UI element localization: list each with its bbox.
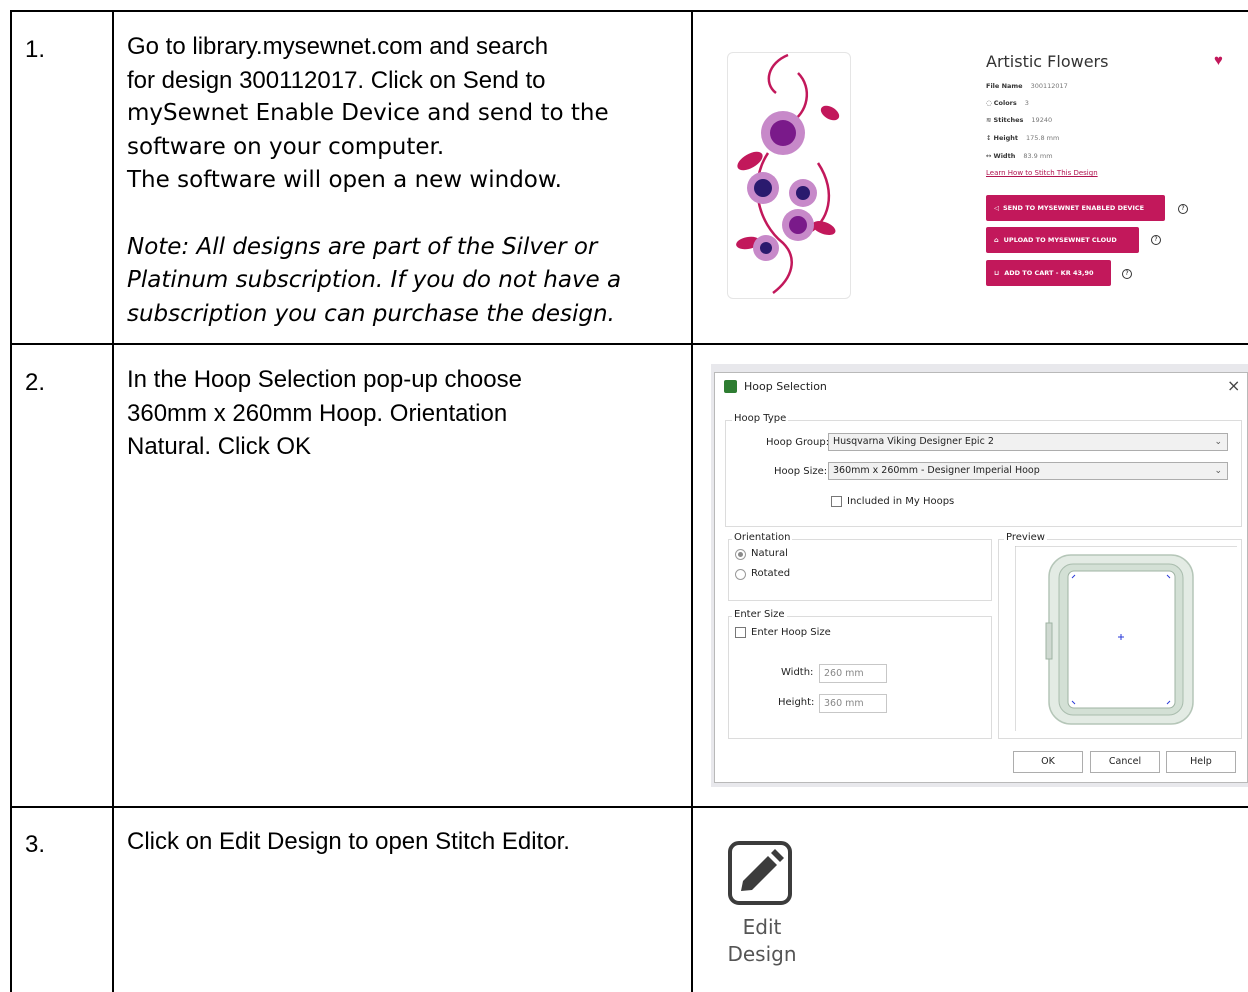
help-button[interactable]: Help: [1166, 751, 1236, 773]
design-title: Artistic Flowers: [986, 52, 1109, 71]
instruction-line: for design 300112017. Click on Send to: [127, 66, 546, 94]
hoop-selection-dialog: Hoop Selection × Hoop Type Hoop Group: H…: [714, 372, 1248, 783]
hoop-group-label: Hoop Group:: [766, 437, 830, 448]
instruction-line: In the Hoop Selection pop-up choose: [127, 366, 522, 393]
hoop-type-label: Hoop Type: [732, 413, 789, 424]
meta-label: Height: [993, 134, 1018, 142]
included-in-my-hoops-label: Included in My Hoops: [847, 496, 955, 507]
step-instructions: Go to library.mysewnet.com and search fo…: [127, 30, 621, 331]
edit-design-label-line: Edit: [742, 915, 782, 939]
instruction-line: The software will open a new window.: [127, 167, 562, 193]
cancel-button[interactable]: Cancel: [1090, 751, 1160, 773]
width-arrow-icon: ↔: [986, 152, 992, 160]
step-number: 1.: [25, 36, 46, 63]
button-label: ADD TO CART - KR 43,90: [1004, 269, 1094, 277]
help-icon[interactable]: ?: [1178, 204, 1188, 214]
instruction-line: software on your computer.: [127, 133, 445, 160]
rotated-label: Rotated: [751, 568, 791, 579]
meta-value: 175.8 mm: [1026, 134, 1060, 142]
instruction-line: 360mm x 260mm Hoop. Orientation: [127, 399, 508, 427]
select-value: 360mm x 260mm - Designer Imperial Hoop: [833, 465, 1040, 476]
add-to-cart-button[interactable]: ⊔ ADD TO CART - KR 43,90: [986, 260, 1111, 286]
button-label: UPLOAD TO MYSEWNET CLOUD: [1003, 236, 1117, 244]
meta-width: ↔ Width 83.9 mm: [986, 152, 1053, 160]
note-line: Platinum subscription. If you do not hav…: [127, 267, 622, 293]
step-instructions: Click on Edit Design to open Stitch Edit…: [127, 825, 570, 859]
meta-height: ↕ Height 175.8 mm: [986, 134, 1059, 142]
meta-value: 19240: [1031, 116, 1053, 124]
select-value: Husqvarna Viking Designer Epic 2: [833, 436, 994, 447]
ok-button[interactable]: OK: [1013, 751, 1083, 773]
chevron-down-icon: ⌄: [1214, 466, 1222, 476]
button-label: SEND TO MYSEWNET ENABLED DEVICE: [1003, 204, 1145, 212]
instruction-line: mySewnet Enable Device and send to the: [127, 100, 609, 126]
close-icon[interactable]: ×: [1227, 376, 1240, 395]
included-in-my-hoops-checkbox[interactable]: [831, 496, 842, 507]
table-row-divider-2: [10, 806, 1248, 808]
hoop-selection-screenshot: Hoop Selection × Hoop Type Hoop Group: H…: [711, 364, 1248, 787]
table-col-divider-2: [691, 10, 693, 992]
meta-value: 3: [1024, 99, 1029, 107]
height-arrow-icon: ↕: [986, 134, 992, 142]
meta-file-name: File Name 300112017: [986, 82, 1068, 90]
instruction-line: Natural. Click OK: [127, 433, 312, 460]
hoop-preview-image: [1015, 546, 1237, 731]
send-icon: ◁: [994, 204, 999, 212]
orientation-label: Orientation: [732, 532, 793, 543]
meta-colors: ◌ Colors 3: [986, 99, 1029, 107]
palette-icon: ◌: [986, 99, 992, 107]
step-number: 3.: [25, 831, 46, 858]
table-row-divider-1: [10, 343, 1248, 345]
upload-to-cloud-button[interactable]: ⌂ UPLOAD TO MYSEWNET CLOUD: [986, 227, 1139, 253]
step-instructions: In the Hoop Selection pop-up choose 360m…: [127, 363, 522, 464]
width-input[interactable]: 260 mm: [819, 664, 887, 683]
meta-value: 83.9 mm: [1023, 152, 1053, 160]
cloud-upload-icon: ⌂: [994, 236, 999, 244]
table-border-left: [10, 10, 12, 992]
table-border-top: [10, 10, 1248, 12]
send-to-device-button[interactable]: ◁ SEND TO MYSEWNET ENABLED DEVICE: [986, 195, 1165, 221]
step-number: 2.: [25, 369, 46, 396]
enter-hoop-size-label: Enter Hoop Size: [751, 627, 831, 638]
instruction-line: Go to library.mysewnet.com and search: [127, 33, 549, 60]
design-thumbnail[interactable]: [727, 52, 851, 299]
dialog-app-icon: [724, 380, 737, 393]
pencil-edit-icon[interactable]: [727, 840, 793, 906]
edit-design-label-line: Design: [727, 942, 797, 966]
hoop-size-select[interactable]: 360mm x 260mm - Designer Imperial Hoop ⌄: [828, 462, 1228, 480]
preview-label: Preview: [1004, 532, 1047, 543]
enter-hoop-size-checkbox[interactable]: [735, 627, 746, 638]
flower-design-image: [736, 53, 840, 294]
meta-label: Stitches: [993, 116, 1024, 124]
learn-stitch-link[interactable]: Learn How to Stitch This Design: [986, 169, 1098, 177]
width-label: Width:: [781, 667, 814, 678]
stitches-icon: ≋: [986, 116, 992, 124]
cart-icon: ⊔: [994, 269, 1000, 277]
meta-stitches: ≋ Stitches 19240: [986, 116, 1052, 124]
hoop-size-label: Hoop Size:: [774, 466, 828, 477]
dialog-title: Hoop Selection: [744, 380, 827, 393]
natural-radio[interactable]: [735, 549, 746, 560]
height-label: Height:: [778, 697, 815, 708]
meta-label: Width: [993, 152, 1016, 160]
hoop-group-select[interactable]: Husqvarna Viking Designer Epic 2 ⌄: [828, 433, 1228, 451]
help-icon[interactable]: ?: [1151, 235, 1161, 245]
help-icon[interactable]: ?: [1122, 269, 1132, 279]
meta-label: Colors: [993, 99, 1017, 107]
meta-label: File Name: [986, 82, 1023, 90]
note-line: subscription you can purchase the design…: [127, 300, 615, 327]
favorite-heart-icon[interactable]: ♥: [1214, 52, 1223, 69]
rotated-radio[interactable]: [735, 569, 746, 580]
table-col-divider-1: [112, 10, 114, 992]
chevron-down-icon: ⌄: [1214, 437, 1222, 447]
meta-value: 300112017: [1030, 82, 1068, 90]
note-line: Note: All designs are part of the Silver…: [127, 233, 598, 260]
instruction-line: Click on Edit Design to open Stitch Edit…: [127, 828, 570, 855]
enter-size-label: Enter Size: [732, 609, 787, 620]
height-input[interactable]: 360 mm: [819, 694, 887, 713]
natural-label: Natural: [751, 548, 788, 559]
